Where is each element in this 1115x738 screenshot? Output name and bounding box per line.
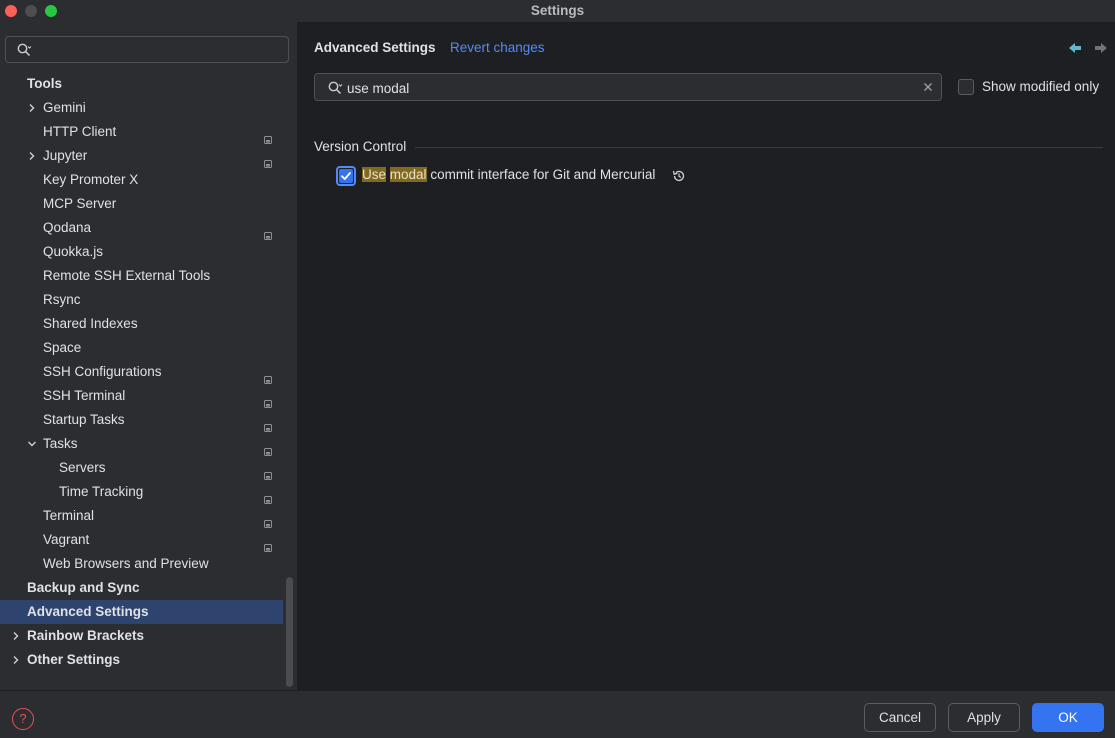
sidebar-item-label: Rainbow Brackets	[27, 628, 145, 643]
sidebar-item-vagrant[interactable]: Vagrant	[0, 528, 283, 552]
sidebar-item-tasks[interactable]: Tasks	[0, 432, 283, 456]
sidebar-item-label: Web Browsers and Preview	[43, 556, 209, 571]
search-icon	[16, 42, 32, 61]
sidebar-item-tools[interactable]: Tools	[0, 72, 283, 96]
sidebar-item-http-client[interactable]: HTTP Client	[0, 120, 283, 144]
sidebar-item-label: Advanced Settings	[27, 604, 149, 619]
sidebar-item-startup-tasks[interactable]: Startup Tasks	[0, 408, 283, 432]
arrow-left-icon[interactable]	[1068, 41, 1082, 58]
sidebar-item-terminal[interactable]: Terminal	[0, 504, 283, 528]
revert-changes-link[interactable]: Revert changes	[450, 40, 545, 55]
sidebar-item-ssh-terminal[interactable]: SSH Terminal	[0, 384, 283, 408]
sidebar-item-servers[interactable]: Servers	[0, 456, 283, 480]
sidebar-item-rsync[interactable]: Rsync	[0, 288, 283, 312]
sidebar-item-backup-and-sync[interactable]: Backup and Sync	[0, 576, 283, 600]
sidebar-item-label: Quokka.js	[43, 244, 104, 259]
sidebar-item-label: HTTP Client	[43, 124, 117, 139]
sidebar-item-label: Remote SSH External Tools	[43, 268, 211, 283]
settings-search-input[interactable]	[347, 78, 907, 98]
chevron-right-icon[interactable]	[10, 648, 22, 672]
sidebar-item-remote-ssh-external-tools[interactable]: Remote SSH External Tools	[0, 264, 283, 288]
sidebar-item-label: Servers	[59, 460, 106, 475]
section-divider	[415, 147, 1103, 148]
window-title: Settings	[530, 3, 585, 18]
arrow-right-icon[interactable]	[1094, 41, 1108, 58]
settings-content: Advanced Settings Revert changes Show mo…	[298, 22, 1115, 690]
title-bar: Settings	[0, 0, 1115, 22]
page-title: Advanced Settings	[314, 40, 436, 55]
sidebar-item-label: Space	[43, 340, 82, 355]
sidebar-search-input[interactable]	[36, 40, 281, 59]
sidebar-item-rainbow-brackets[interactable]: Rainbow Brackets	[0, 624, 283, 648]
settings-search	[314, 73, 942, 101]
chevron-right-icon[interactable]	[26, 96, 38, 120]
reset-to-default-icon[interactable]	[671, 168, 687, 187]
sidebar-item-other-settings[interactable]: Other Settings	[0, 648, 283, 672]
sidebar-item-ssh-configurations[interactable]: SSH Configurations	[0, 360, 283, 384]
sidebar-item-mcp-server[interactable]: MCP Server	[0, 192, 283, 216]
sidebar-item-web-browsers-and-preview[interactable]: Web Browsers and Preview	[0, 552, 283, 576]
sidebar-item-gemini[interactable]: Gemini	[0, 96, 283, 120]
sidebar-item-space[interactable]: Space	[0, 336, 283, 360]
sidebar-search	[5, 36, 289, 63]
chevron-down-icon[interactable]	[26, 432, 38, 456]
sidebar-item-label: Tasks	[43, 436, 78, 451]
sidebar-item-label: Tools	[27, 76, 62, 91]
sidebar-item-label: Terminal	[43, 508, 95, 523]
sidebar-item-label: Other Settings	[27, 652, 121, 667]
sidebar-item-time-tracking[interactable]: Time Tracking	[0, 480, 283, 504]
sidebar-scrollbar[interactable]	[286, 577, 293, 687]
close-icon[interactable]	[921, 80, 935, 94]
option-label-rest: commit interface for Git and Mercurial	[426, 167, 656, 182]
sidebar-item-label: MCP Server	[43, 196, 117, 211]
sidebar-item-label: SSH Configurations	[43, 364, 162, 379]
cancel-button[interactable]: Cancel	[864, 703, 936, 732]
sidebar-item-label: Rsync	[43, 292, 81, 307]
sidebar-item-label: Qodana	[43, 220, 92, 235]
use-modal-commit-checkbox[interactable]	[336, 166, 356, 186]
sidebar-item-qodana[interactable]: Qodana	[0, 216, 283, 240]
apply-button[interactable]: Apply	[948, 703, 1020, 732]
show-modified-label: Show modified only	[982, 79, 1100, 94]
sidebar-item-label: Gemini	[43, 100, 86, 115]
sidebar-item-label: Backup and Sync	[27, 580, 140, 595]
settings-sidebar: Tools Gemini HTTP Client Jupyter Key Promote…	[0, 22, 298, 690]
checkmark-icon	[341, 172, 351, 180]
dialog-footer: ? Cancel Apply OK	[0, 690, 1115, 738]
sidebar-item-label: Startup Tasks	[43, 412, 125, 427]
sidebar-item-key-promoter-x[interactable]: Key Promoter X	[0, 168, 283, 192]
chevron-right-icon[interactable]	[10, 624, 22, 648]
sidebar-item-jupyter[interactable]: Jupyter	[0, 144, 283, 168]
option-label: Use modal commit interface for Git and M…	[362, 167, 655, 182]
sidebar-item-label: SSH Terminal	[43, 388, 126, 403]
section-title: Version Control	[314, 139, 407, 154]
checkbox-box[interactable]	[958, 79, 974, 95]
search-match-highlight: modal	[389, 167, 427, 182]
sidebar-item-label: Key Promoter X	[43, 172, 139, 187]
sidebar-item-label: Jupyter	[43, 148, 88, 163]
help-button[interactable]: ?	[12, 708, 34, 730]
search-match-highlight: Use	[362, 167, 387, 182]
sidebar-item-label: Vagrant	[43, 532, 90, 547]
sidebar-item-shared-indexes[interactable]: Shared Indexes	[0, 312, 283, 336]
search-icon	[327, 80, 343, 99]
ok-button[interactable]: OK	[1032, 703, 1104, 732]
sidebar-item-advanced-settings[interactable]: Advanced Settings	[0, 600, 283, 624]
sidebar-item-quokka-js[interactable]: Quokka.js	[0, 240, 283, 264]
chevron-right-icon[interactable]	[26, 144, 38, 168]
sidebar-item-label: Shared Indexes	[43, 316, 138, 331]
sidebar-item-label: Time Tracking	[59, 484, 144, 499]
